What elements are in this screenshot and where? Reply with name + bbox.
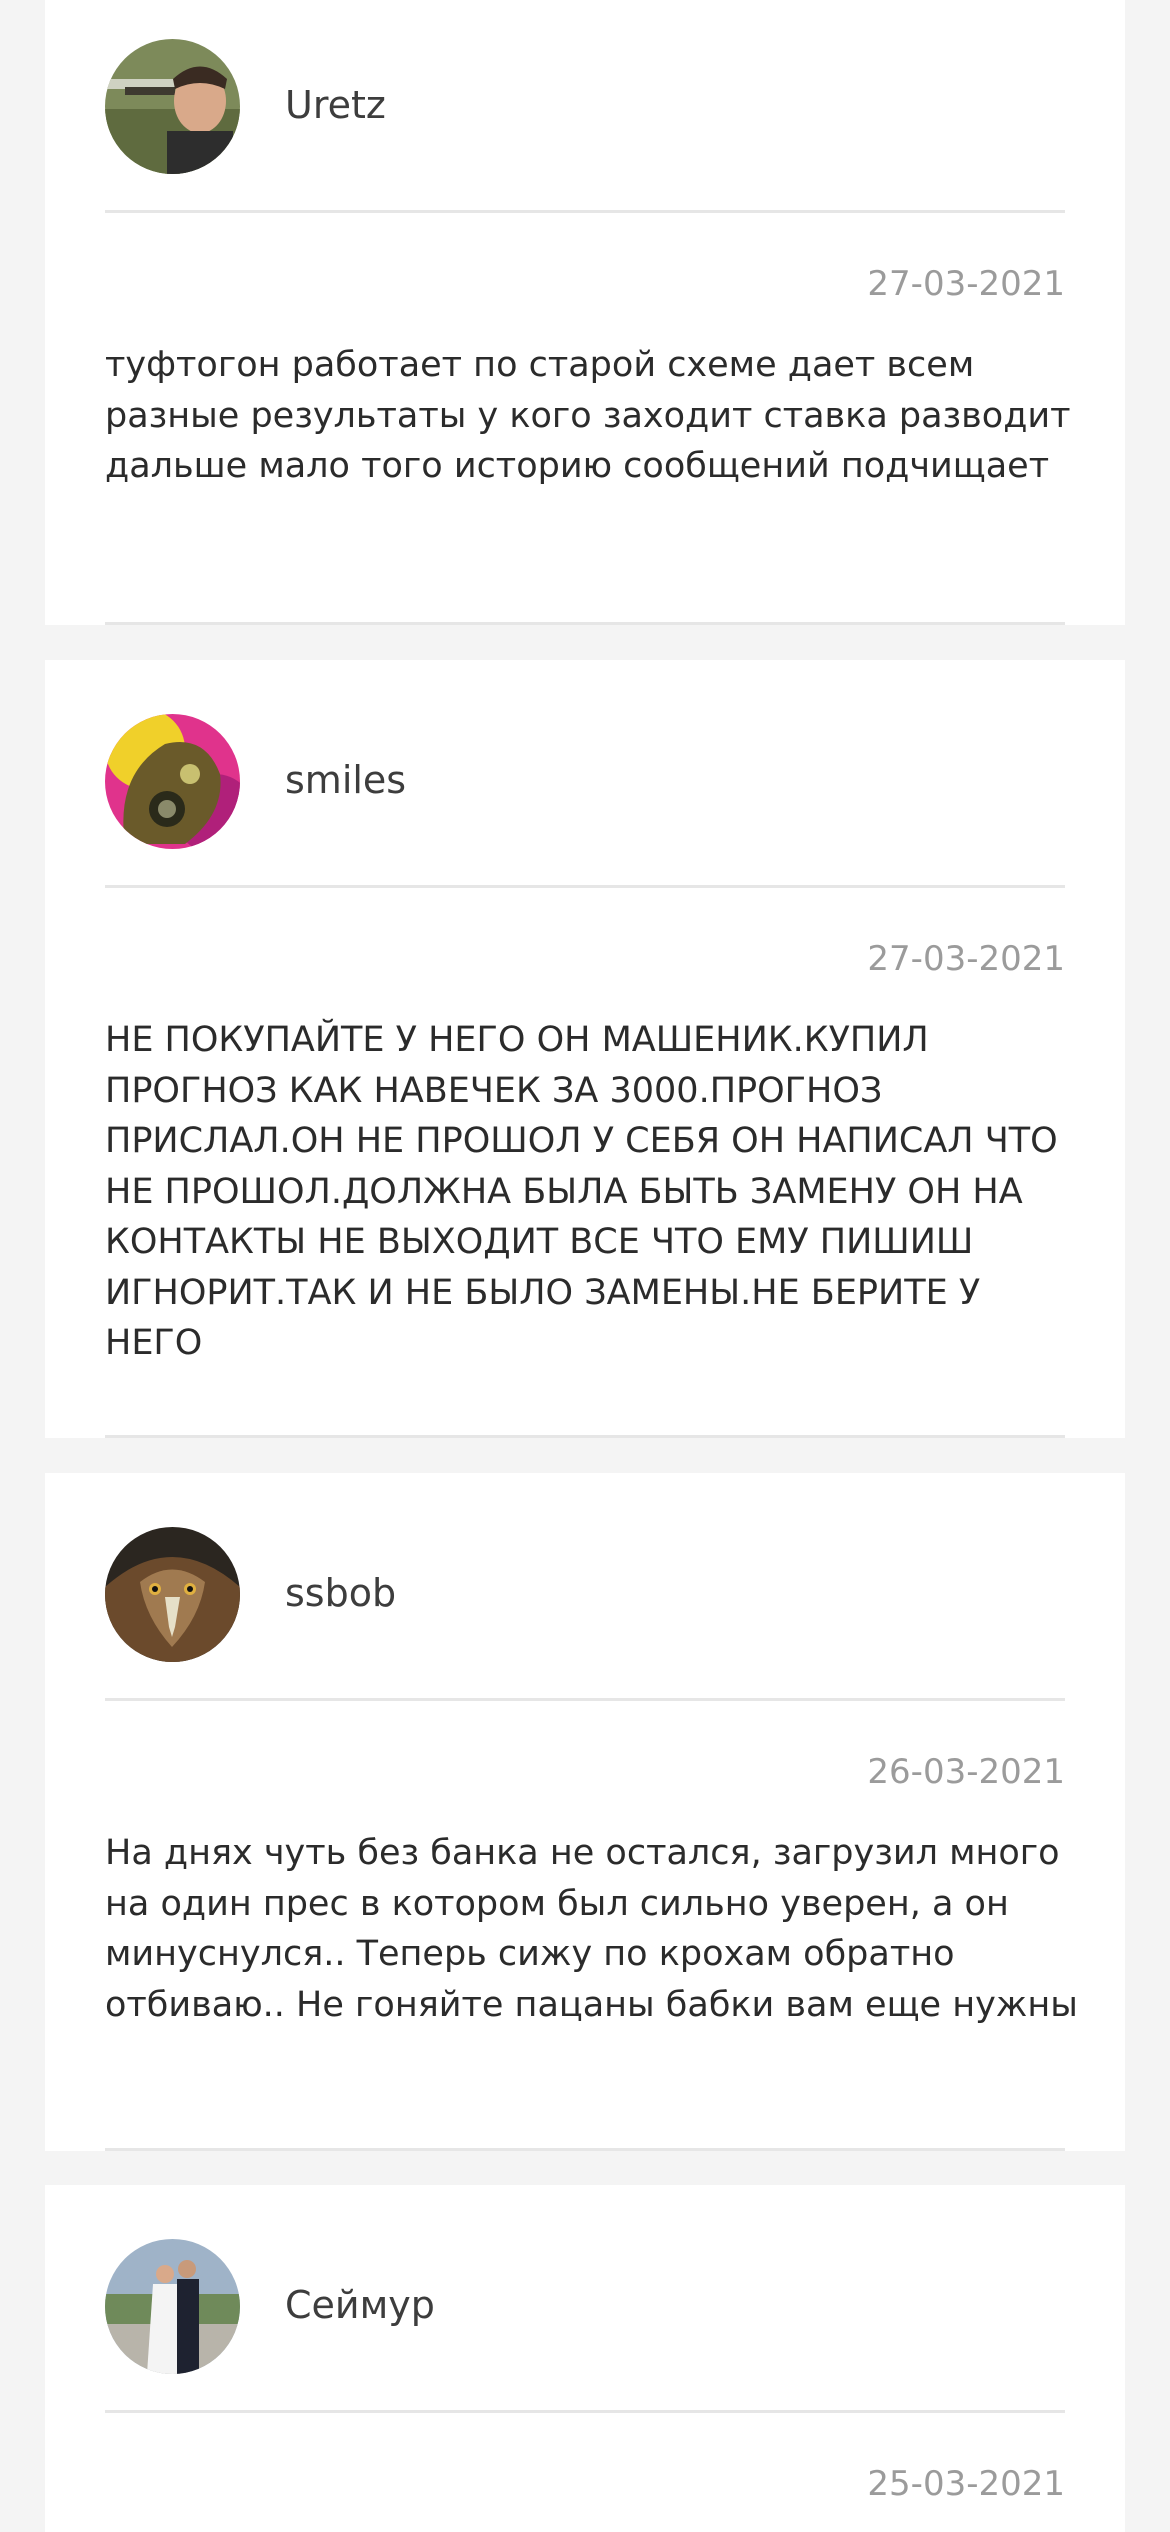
comment-header: Uretz [105, 0, 1065, 213]
author-name[interactable]: Uretz [285, 77, 386, 133]
comment-card: ssbob 26-03-2021 На днях чуть без банка … [45, 1473, 1125, 2151]
comment-header: smiles [105, 660, 1065, 888]
avatar[interactable] [105, 2239, 240, 2374]
comment-text: туфтогон работает по старой схеме дает в… [105, 345, 1071, 486]
user-photo-man-rifle-icon [105, 39, 240, 174]
avatar[interactable] [105, 1527, 240, 1662]
couple-photo-icon [105, 2239, 240, 2374]
comment-date: 25-03-2021 [867, 2464, 1065, 2504]
comment-card: smiles 27-03-2021 НЕ ПОКУПАЙТЕ У НЕГО ОН… [45, 660, 1125, 1438]
comments-page: Uretz 27-03-2021 туфтогон работает по ст… [0, 0, 1170, 2532]
gas-mask-art-icon [105, 714, 240, 849]
comment-header: Сеймур [105, 2185, 1065, 2413]
comment-text: НЕ ПОКУПАЙТЕ У НЕГО ОН МАШЕНИК.КУПИЛ ПРО… [105, 1020, 1058, 1363]
divider [105, 1435, 1065, 1438]
author-name[interactable]: Сеймур [285, 2277, 435, 2333]
comment-date: 27-03-2021 [867, 264, 1065, 304]
author-name[interactable]: ssbob [285, 1565, 396, 1621]
comment-card: Сеймур 25-03-2021 [45, 2185, 1125, 2532]
avatar[interactable] [105, 39, 240, 174]
comment-date: 27-03-2021 [867, 939, 1065, 979]
author-name[interactable]: smiles [285, 752, 406, 808]
comment-header: ssbob [105, 1473, 1065, 1701]
avatar[interactable] [105, 714, 240, 849]
divider [105, 2148, 1065, 2151]
comment-date: 26-03-2021 [867, 1752, 1065, 1792]
eagle-icon [105, 1527, 240, 1662]
comment-card: Uretz 27-03-2021 туфтогон работает по ст… [45, 0, 1125, 625]
divider [105, 622, 1065, 625]
comment-text: На днях чуть без банка не остался, загру… [105, 1833, 1078, 2025]
